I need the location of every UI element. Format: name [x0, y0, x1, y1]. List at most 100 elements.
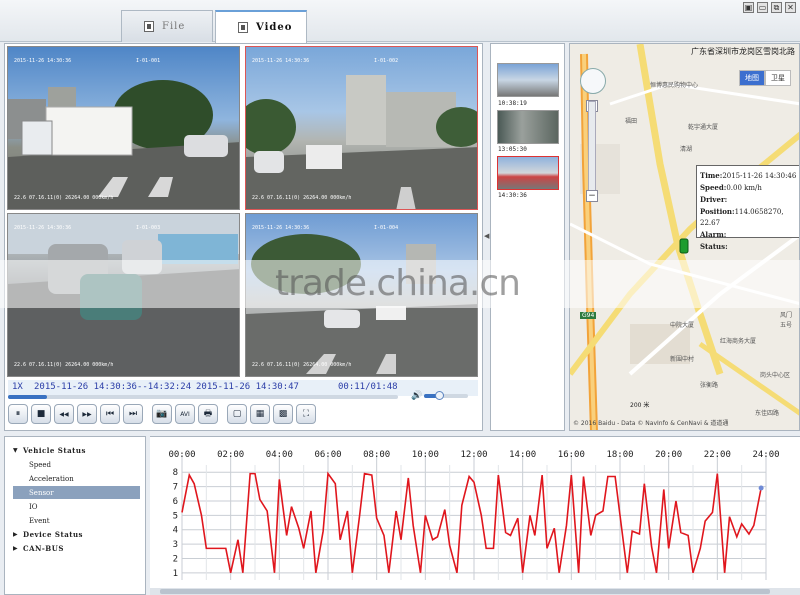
tree-vehicle-status[interactable]: ▼ Vehicle Status — [13, 444, 140, 457]
playback-progress-slider[interactable] — [8, 395, 398, 399]
tree-device-status[interactable]: ▶ Device Status — [13, 528, 140, 541]
tab-file[interactable]: File — [121, 10, 213, 42]
map-label: 新围中村 — [670, 356, 695, 363]
previous-frame-button[interactable]: ⏮ — [100, 404, 120, 424]
maximize-icon[interactable]: ⧉ — [771, 2, 782, 13]
snapshot-button[interactable]: 📷 — [152, 404, 172, 424]
camera-view-1[interactable]: 2015-11-26 14:30:36 I-01-001 22.6 07.16.… — [7, 46, 240, 210]
map-type-map[interactable]: 地图 — [739, 70, 765, 86]
thumbnail-2-time: 13:05:30 — [498, 146, 527, 153]
camera-scene-1 — [8, 80, 239, 209]
layout-quad-button[interactable]: ▦ — [250, 404, 270, 424]
zoom-out-button[interactable]: − — [586, 190, 598, 202]
thumbnail-1[interactable] — [497, 63, 559, 97]
camera-3-info: 22.6 07.16.11(0) 26264.00 000km/h — [14, 362, 114, 368]
video-panel: 2015-11-26 14:30:36 I-01-001 22.6 07.16.… — [4, 43, 483, 431]
tree-io[interactable]: IO — [13, 500, 140, 513]
camera-view-2[interactable]: 2015-11-26 14:30:36 I-01-002 22.6 07.16.… — [245, 46, 478, 210]
camera-1-channel: I-01-001 — [136, 58, 161, 64]
map-label: 五号 — [780, 322, 793, 329]
map-label: 风门 — [780, 312, 793, 319]
tree-label: Speed — [29, 460, 52, 469]
chart-horizontal-scrollbar[interactable] — [150, 588, 800, 595]
x-tick-label: 06:00 — [314, 450, 341, 460]
tree-acceleration[interactable]: Acceleration — [13, 472, 140, 485]
tree-label: Acceleration — [29, 474, 74, 483]
thumbnail-3-time: 14:30:36 — [498, 192, 527, 199]
y-tick-label: 6 — [173, 497, 178, 507]
map-scale: 200 米 — [630, 402, 650, 409]
popup-speed-label: Speed: — [700, 183, 727, 192]
tree-can-bus[interactable]: ▶ CAN-BUS — [13, 542, 140, 555]
y-tick-label: 2 — [173, 554, 178, 564]
tab-video[interactable]: Video — [215, 10, 307, 43]
print-button[interactable]: 🖶 — [198, 404, 218, 424]
popup-alarm-row: Alarm: — [700, 229, 799, 241]
playback-speed: 1X — [12, 382, 23, 392]
volume-icon[interactable]: 🔊 — [411, 391, 422, 401]
popup-speed: 0.00 km/h — [726, 184, 762, 192]
camera-2-channel: I-01-002 — [374, 58, 399, 64]
x-tick-label: 14:00 — [509, 450, 536, 460]
playback-progress-fill — [8, 395, 47, 399]
tree-speed[interactable]: Speed — [13, 458, 140, 471]
video-icon — [238, 22, 248, 33]
zoom-slider[interactable] — [588, 101, 596, 201]
map-label: 恒博惠民购物中心 — [650, 82, 699, 89]
map-label: 东佳四路 — [755, 410, 780, 417]
map-panel[interactable]: 广东省深圳市龙岗区雪岗北路 地图 卫星 + − 福田 恒博惠民购物中心 乾宇通大… — [569, 43, 800, 431]
pause-button[interactable]: ⏸ — [8, 404, 28, 424]
rewind-button[interactable]: ◀◀ — [54, 404, 74, 424]
stop-button[interactable]: ■ — [31, 404, 51, 424]
layout-single-button[interactable]: ▢ — [227, 404, 247, 424]
camera-1-info: 22.6 07.16.11(0) 26264.00 000km/h — [14, 195, 114, 201]
x-tick-label: 16:00 — [558, 450, 585, 460]
x-tick-label: 02:00 — [217, 450, 244, 460]
popup-alarm-label: Alarm: — [700, 230, 727, 239]
vehicle-info-popup: Time:2015-11-26 14:30:46 Speed:0.00 km/h… — [696, 165, 799, 251]
watermark-band: trade.china.cn — [0, 260, 800, 308]
tree-event[interactable]: Event — [13, 514, 140, 527]
tree-label: Event — [29, 516, 50, 525]
status-tree: ▼ Vehicle Status Speed Acceleration Senso… — [4, 436, 146, 595]
thumbnail-3[interactable] — [497, 156, 559, 190]
playback-range: 2015-11-26 14:30:36--14:32:24 — [34, 382, 192, 392]
x-tick-label: 12:00 — [460, 450, 487, 460]
thumbnail-2[interactable] — [497, 110, 559, 144]
y-tick-label: 3 — [173, 540, 178, 550]
popup-position-label: Position: — [700, 207, 735, 216]
series-end-point — [758, 485, 764, 491]
map-copyright: © 2016 Baidu - Data © NavInfo & CenNavi … — [573, 420, 729, 427]
close-icon[interactable]: ✕ — [785, 2, 796, 13]
popup-time-row: Time:2015-11-26 14:30:46 — [700, 170, 799, 182]
fast-forward-button[interactable]: ▶▶ — [77, 404, 97, 424]
sensor-series-line — [181, 471, 762, 574]
minimize-icon[interactable]: ▭ — [757, 2, 768, 13]
popup-driver-label: Driver: — [700, 195, 728, 204]
y-tick-label: 4 — [173, 526, 178, 536]
map-type-satellite[interactable]: 卫星 — [765, 70, 791, 86]
x-tick-label: 20:00 — [655, 450, 682, 460]
camera-2-info: 22.6 07.16.11(0) 26264.00 000km/h — [252, 195, 352, 201]
x-tick-label: 04:00 — [266, 450, 293, 460]
map-label: 清湖 — [680, 146, 693, 153]
watermark-text: trade.china.cn — [275, 263, 521, 304]
tree-label: Device Status — [23, 530, 83, 539]
camera-3-timestamp: 2015-11-26 14:30:36 — [14, 225, 72, 231]
x-tick-label: 08:00 — [363, 450, 390, 460]
volume-slider[interactable] — [424, 391, 468, 400]
tab-file-label: File — [162, 21, 186, 32]
layout-nine-button[interactable]: ▩ — [273, 404, 293, 424]
restore-icon[interactable]: ▣ — [743, 2, 754, 13]
collapse-arrow-icon[interactable]: ◀ — [484, 232, 489, 240]
map-label: 福田 — [625, 118, 638, 125]
chart-scroll-thumb[interactable] — [160, 589, 770, 594]
fullscreen-button[interactable]: ⛶ — [296, 404, 316, 424]
map-pan-control[interactable] — [580, 68, 606, 94]
next-frame-button[interactable]: ⏭ — [123, 404, 143, 424]
tree-sensor[interactable]: Sensor — [13, 486, 140, 499]
tree-label: CAN-BUS — [23, 544, 64, 553]
avi-export-button[interactable]: AVI — [175, 404, 195, 424]
tree-label: IO — [29, 502, 38, 511]
map-label: 中院大厦 — [670, 322, 695, 329]
